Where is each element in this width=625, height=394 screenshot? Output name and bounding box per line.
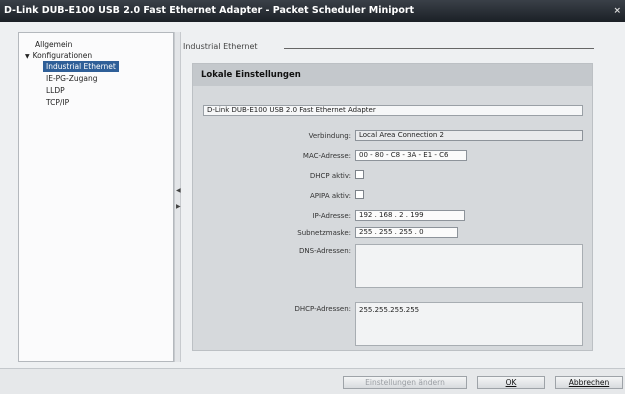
tree-item-label: TCP/IP [46,98,70,107]
tree-item-konfigurationen[interactable]: ▼ Konfigurationen [25,50,92,61]
cancel-label: Abbrechen [568,378,610,387]
connection-field: Local Area Connection 2 [355,130,583,141]
close-icon[interactable]: × [613,0,621,22]
window-title: D-Link DUB-E100 USB 2.0 Fast Ethernet Ad… [4,5,415,16]
dhcp-label: DHCP aktiv: [309,172,351,180]
mac-address-field[interactable]: 00 - 80 - C8 - 3A - E1 - C6 [355,150,467,161]
ok-label: OK [505,378,517,387]
section-title: Industrial Ethernet [183,42,258,51]
tree-item-lldp[interactable]: LLDP [46,85,65,96]
cancel-button[interactable]: Abbrechen [555,376,623,389]
dhcp-addresses-label: DHCP-Adressen: [294,305,351,313]
tree-item-label: Konfigurationen [32,51,93,60]
dhcp-addresses-box[interactable]: 255.255.255.255 [355,302,583,346]
verbindung-label: Verbindung: [308,132,351,140]
tree-item-industrial-ethernet[interactable]: Industrial Ethernet [43,61,119,72]
tree-item-allgemein[interactable]: Allgemein [35,39,72,50]
ip-address-field[interactable]: 192 . 168 . 2 . 199 [355,210,465,221]
tree-item-ie-pg-zugang[interactable]: IE-PG-Zugang [46,73,97,84]
chevron-down-icon[interactable]: ▼ [25,53,30,60]
apipa-label: APIPA aktiv: [309,192,351,200]
dhcp-checkbox[interactable] [355,170,364,179]
ok-button[interactable]: OK [477,376,545,389]
dns-label: DNS-Adressen: [299,247,351,255]
mac-label: MAC-Adresse: [302,152,351,160]
section-divider [284,48,594,49]
title-bar: D-Link DUB-E100 USB 2.0 Fast Ethernet Ad… [0,0,625,22]
subnet-mask-field[interactable]: 255 . 255 . 255 . 0 [355,227,458,238]
subnet-label: Subnetzmaske: [297,229,351,237]
tree-item-label: LLDP [46,86,65,95]
ip-label: IP-Adresse: [312,212,351,220]
local-settings-panel: Lokale Einstellungen D-Link DUB-E100 USB… [192,63,593,351]
dns-addresses-box[interactable] [355,244,583,288]
apipa-checkbox[interactable] [355,190,364,199]
tree-item-label: Industrial Ethernet [46,62,116,71]
tree-item-tcpip[interactable]: TCP/IP [46,97,69,108]
adapter-name-field: D-Link DUB-E100 USB 2.0 Fast Ethernet Ad… [203,105,583,116]
tree-item-label: Allgemein [35,40,73,49]
pane-splitter[interactable]: ◀ ▶ [174,32,181,362]
dialog-body: Allgemein ▼ Konfigurationen Industrial Et… [0,22,625,369]
tree-item-label: IE-PG-Zugang [46,74,98,83]
settings-content: Industrial Ethernet Lokale Einstellungen… [181,32,609,362]
panel-title: Lokale Einstellungen [193,64,592,86]
expand-right-icon[interactable]: ▶ [176,203,181,210]
apply-settings-button[interactable]: Einstellungen ändern [343,376,467,389]
navigation-tree: Allgemein ▼ Konfigurationen Industrial Et… [18,32,174,362]
collapse-left-icon[interactable]: ◀ [176,187,181,194]
